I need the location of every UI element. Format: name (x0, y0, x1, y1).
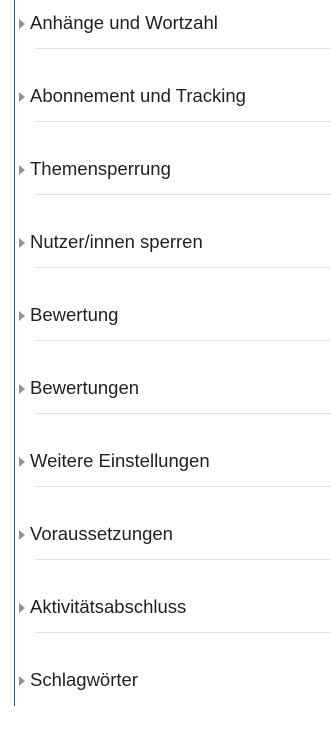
section-header[interactable]: Voraussetzungen (19, 523, 173, 545)
section-tags[interactable]: Schlagwörter (15, 646, 331, 719)
section-label: Schlagwörter (30, 669, 138, 690)
row-divider (35, 413, 331, 414)
caret-right-icon (19, 237, 25, 248)
section-header[interactable]: Bewertungen (19, 377, 139, 399)
section-header[interactable]: Weitere Einstellungen (19, 450, 210, 472)
section-label: Bewertung (30, 304, 119, 325)
section-ratings[interactable]: Bewertungen (15, 354, 331, 427)
section-label: Aktivitätsabschluss (30, 596, 187, 617)
section-label: Weitere Einstellungen (30, 450, 210, 471)
row-divider (35, 486, 331, 487)
caret-right-icon (19, 675, 25, 686)
caret-right-icon (19, 456, 25, 467)
caret-right-icon (19, 91, 25, 102)
row-divider (35, 632, 331, 633)
row-divider (35, 559, 331, 560)
section-restrictions[interactable]: Voraussetzungen (15, 500, 331, 573)
section-label: Anhänge und Wortzahl (30, 12, 218, 33)
caret-right-icon (19, 18, 25, 29)
section-label: Bewertungen (30, 377, 140, 398)
row-divider (35, 121, 331, 122)
section-activity-completion[interactable]: Aktivitätsabschluss (15, 573, 331, 646)
section-more-settings[interactable]: Weitere Einstellungen (15, 427, 331, 500)
section-header[interactable]: Aktivitätsabschluss (19, 596, 186, 618)
row-divider (35, 340, 331, 341)
caret-right-icon (19, 602, 25, 613)
section-subscription-tracking[interactable]: Abonnement und Tracking (15, 62, 331, 135)
section-header[interactable]: Themensperrung (19, 158, 171, 180)
section-header[interactable]: Anhänge und Wortzahl (19, 12, 218, 34)
section-attachments-wordcount[interactable]: Anhänge und Wortzahl (15, 0, 331, 62)
section-header[interactable]: Schlagwörter (19, 669, 138, 691)
row-divider (35, 194, 331, 195)
caret-right-icon (19, 310, 25, 321)
section-discussion-locking[interactable]: Themensperrung (15, 135, 331, 208)
caret-right-icon (19, 164, 25, 175)
collapsible-section-list: Anhänge und Wortzahl Abonnement und Trac… (15, 0, 331, 730)
section-label: Voraussetzungen (30, 523, 173, 544)
section-block-users[interactable]: Nutzer/innen sperren (15, 208, 331, 281)
section-label: Themensperrung (30, 158, 171, 179)
section-label: Abonnement und Tracking (30, 85, 246, 106)
section-header[interactable]: Bewertung (19, 304, 118, 326)
section-label: Nutzer/innen sperren (30, 231, 203, 252)
section-header[interactable]: Nutzer/innen sperren (19, 231, 203, 253)
row-divider (35, 267, 331, 268)
row-divider (35, 48, 331, 49)
caret-right-icon (19, 529, 25, 540)
section-header[interactable]: Abonnement und Tracking (19, 85, 246, 107)
section-grade[interactable]: Bewertung (15, 281, 331, 354)
caret-right-icon (19, 383, 25, 394)
